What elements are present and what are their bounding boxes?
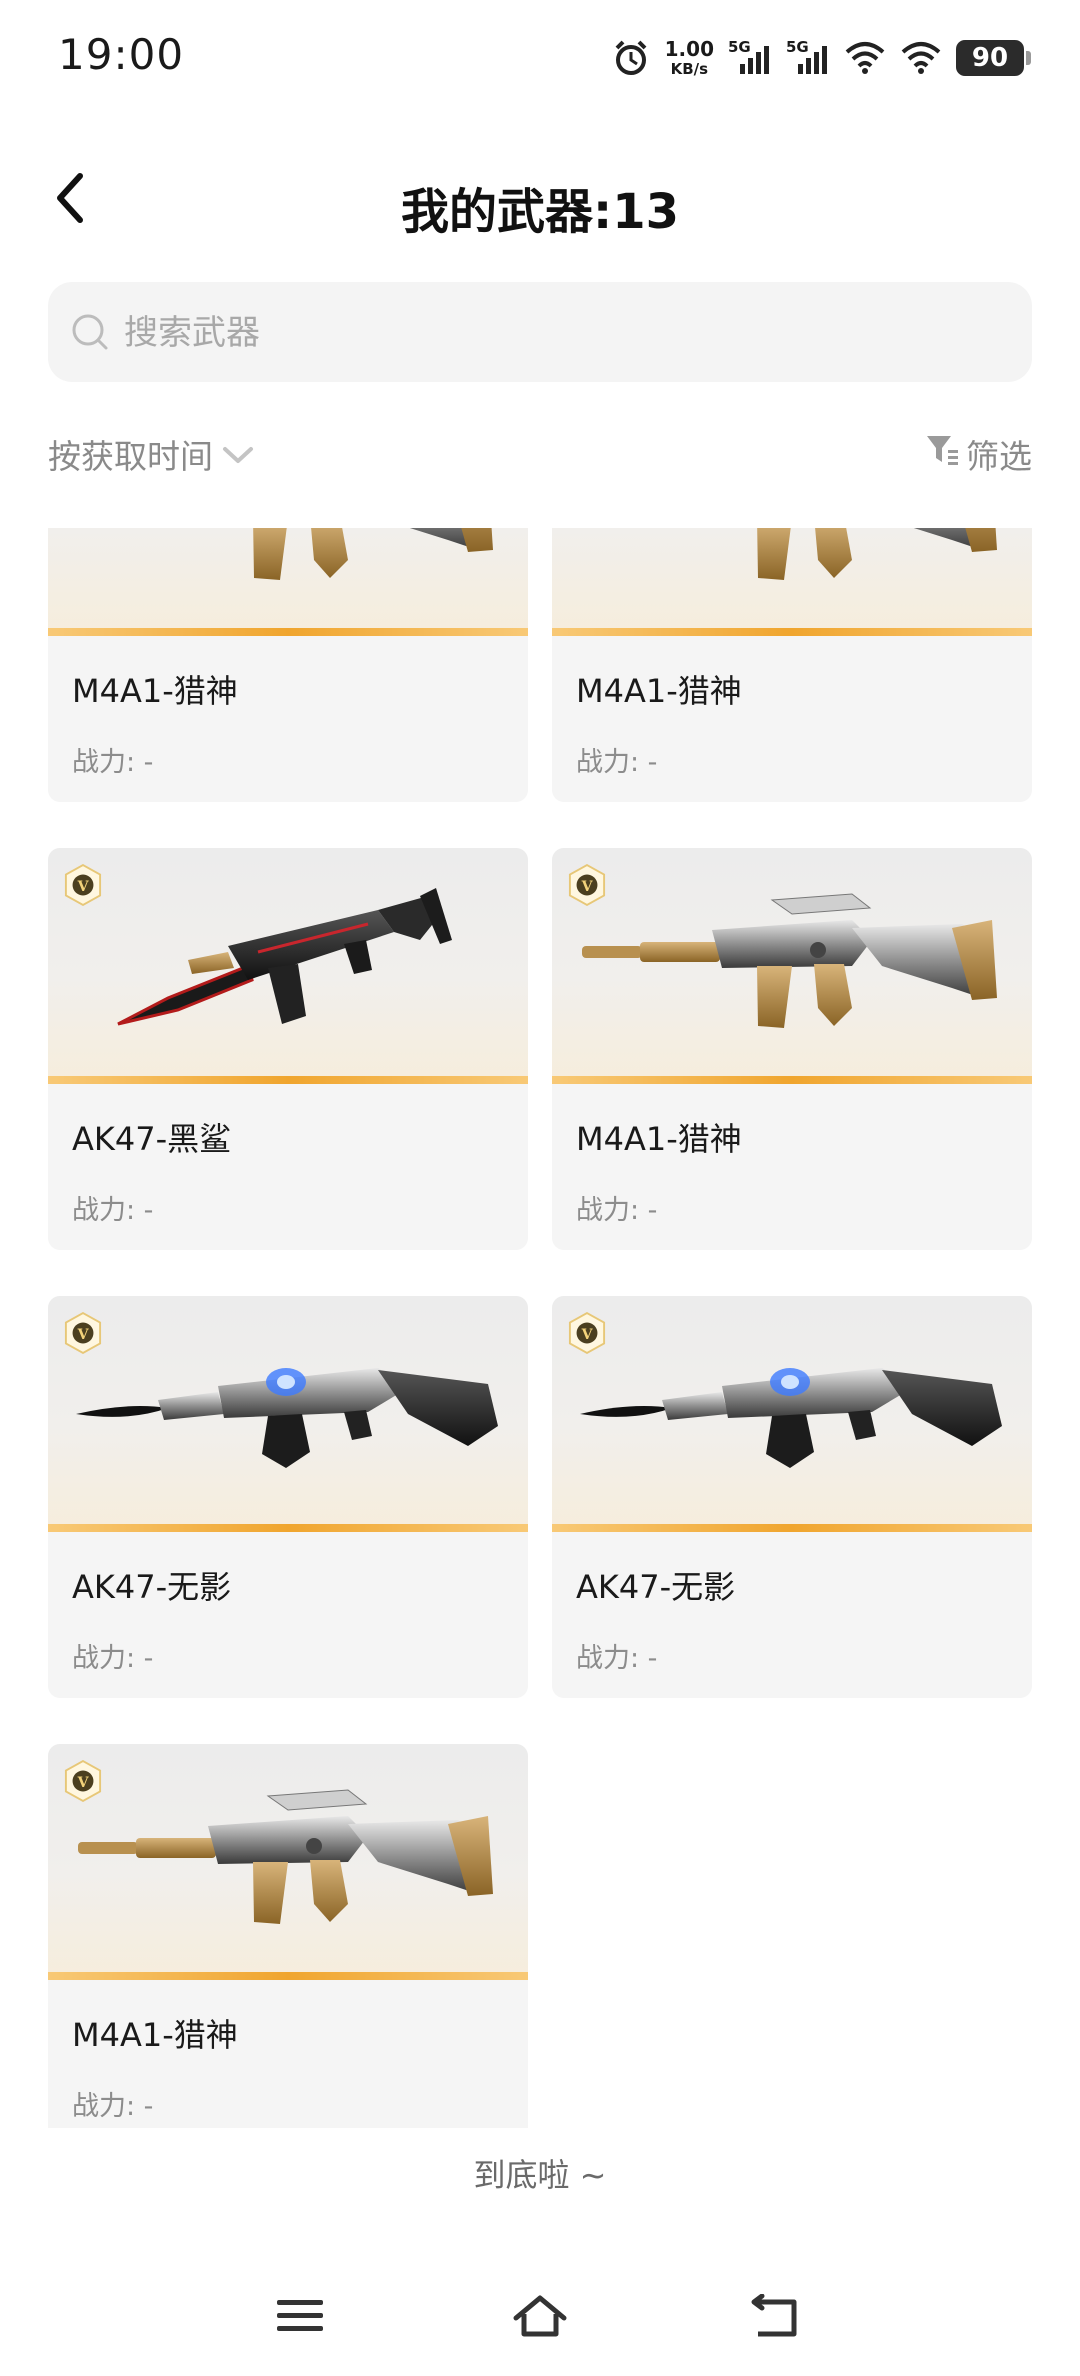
filter-button[interactable]: 筛选 [924,430,1032,478]
wifi-icon [900,40,942,76]
weapon-card[interactable]: M4A1-猎神 战力: - [48,528,528,802]
weapon-name: AK47-无影 [576,1568,736,1606]
weapon-name: AK47-无影 [72,1568,232,1606]
weapon-grid: M4A1-猎神 战力: - M4A1-猎神 战力: - V AK47-黑鲨 战力… [0,528,1080,2128]
v-badge-letter: V [581,879,594,895]
net-speed: 1.00 KB/s [665,39,714,77]
combat-power: 战力: - [72,747,154,778]
rarity-stripe [552,1524,1032,1532]
weapon-card[interactable]: V AK47-无影 战力: - [48,1296,528,1698]
filter-icon [924,432,960,476]
battery-icon: 90 [956,40,1031,76]
weapon-image: V [552,848,1032,1084]
status-time: 19:00 [58,30,185,79]
rarity-stripe [48,1972,528,1980]
weapon-name: M4A1-猎神 [72,2016,238,2054]
weapon-card[interactable]: V AK47-黑鲨 战力: - [48,848,528,1250]
rarity-stripe [48,1524,528,1532]
search-input[interactable] [122,282,1006,384]
home-icon [510,2292,570,2344]
v-badge-icon: V [568,1312,606,1354]
filter-label: 筛选 [966,437,1032,476]
page-title: 我的武器:13 [401,184,679,240]
combat-power: 战力: - [576,1195,658,1226]
system-nav-bar [0,2270,1080,2376]
weapon-graphic [48,848,528,1084]
back-icon [748,2293,802,2342]
chevron-down-icon [221,435,255,474]
rarity-stripe [552,1076,1032,1084]
rarity-stripe [48,628,528,636]
signal-5g-icon: 5G [786,38,830,78]
signal-5g-icon: 5G [728,38,772,78]
v-badge-letter: V [77,879,90,895]
rarity-stripe [48,1076,528,1084]
alarm-icon [611,38,651,78]
weapon-card[interactable]: M4A1-猎神 战力: - [552,528,1032,802]
weapon-image: V [48,848,528,1084]
weapon-graphic [552,1296,1032,1532]
weapon-name: M4A1-猎神 [576,672,742,710]
weapon-name: AK47-黑鲨 [72,1120,232,1158]
weapon-image: V [48,1744,528,1980]
net-speed-unit: KB/s [670,60,709,78]
weapon-name: M4A1-猎神 [576,1120,742,1158]
sim1-label: 5G [728,38,751,56]
weapon-card[interactable]: V M4A1-猎神 战力: - [552,848,1032,1250]
combat-power: 战力: - [576,1643,658,1674]
nav-back-button[interactable] [740,2288,810,2348]
wifi-icon [844,40,886,76]
v-badge-icon: V [568,864,606,906]
weapon-image [552,528,1032,636]
weapon-image [48,528,528,636]
weapon-graphic [552,528,1032,636]
status-icons: 1.00 KB/s 5G 5G 90 [611,34,1031,82]
search-icon [70,312,110,356]
combat-power: 战力: - [72,2091,154,2122]
weapon-graphic [48,1744,528,1980]
sim2-label: 5G [786,38,809,56]
v-badge-letter: V [77,1775,90,1791]
weapon-graphic [48,528,528,636]
v-badge-icon: V [64,1760,102,1802]
net-speed-value: 1.00 [664,37,714,61]
search-box[interactable] [48,282,1032,384]
v-badge-letter: V [581,1327,594,1343]
v-badge-icon: V [64,864,102,906]
weapon-graphic [552,848,1032,1084]
rarity-stripe [552,628,1032,636]
sort-dropdown[interactable]: 按获取时间 [48,430,255,478]
combat-power: 战力: - [72,1195,154,1226]
weapon-name: M4A1-猎神 [72,672,238,710]
weapon-graphic [48,1296,528,1532]
v-badge-letter: V [77,1327,90,1343]
weapon-image: V [48,1296,528,1532]
combat-power: 战力: - [72,1643,154,1674]
v-badge-icon: V [64,1312,102,1354]
sort-label: 按获取时间 [48,437,213,476]
weapon-image: V [552,1296,1032,1532]
weapon-card[interactable]: V AK47-无影 战力: - [552,1296,1032,1698]
nav-home-button[interactable] [505,2288,575,2348]
combat-power: 战力: - [576,747,658,778]
end-of-list-text: 到底啦 ~ [473,2156,607,2194]
menu-icon [275,2296,325,2340]
weapon-card[interactable]: V M4A1-猎神 战力: - [48,1744,528,2128]
nav-menu-button[interactable] [265,2288,335,2348]
header: 我的武器:13 [0,150,1080,250]
status-bar: 19:00 1.00 KB/s 5G 5G 90 [0,0,1080,120]
sort-filter-row: 按获取时间 筛选 [48,430,1032,486]
